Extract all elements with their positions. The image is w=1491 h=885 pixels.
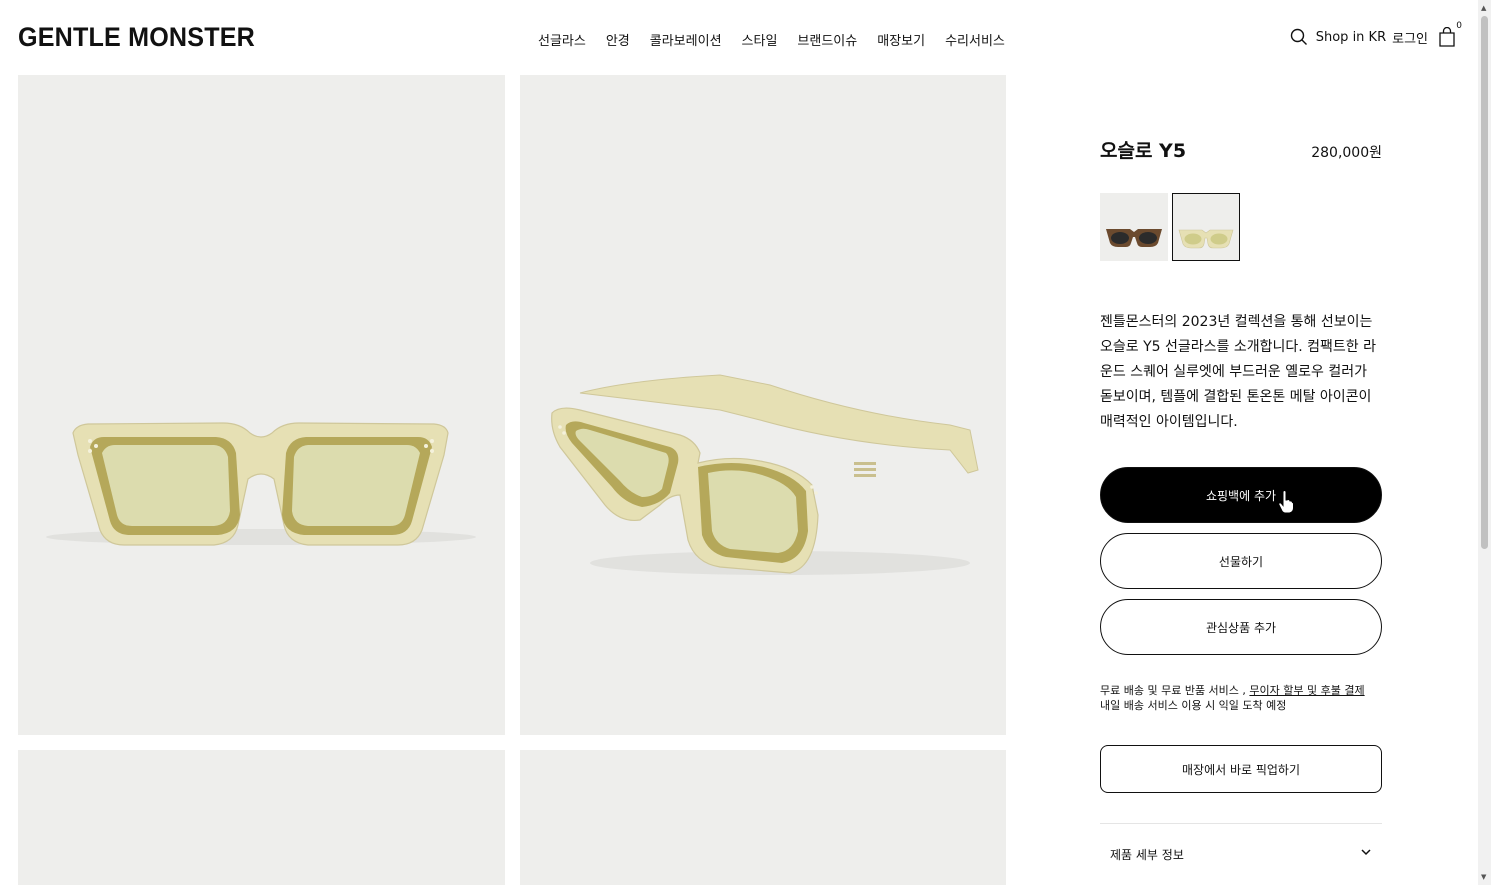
- product-details-toggle[interactable]: 제품 세부 정보: [1110, 846, 1184, 863]
- sunglasses-angle-illustration: [551, 374, 979, 575]
- chevron-down-icon[interactable]: [1360, 846, 1372, 858]
- color-swatch-black-tortoise[interactable]: [1100, 193, 1168, 261]
- shipping-free-text: 무료 배송 및 무료 반품 서비스 ,: [1100, 684, 1250, 697]
- search-icon[interactable]: [1290, 28, 1308, 46]
- sunglasses-black-thumbnail: [1106, 229, 1162, 247]
- hand-pointer-cursor-icon: [1278, 490, 1294, 514]
- main-nav: 선글라스 안경 콜라보레이션 스타일 브랜드이슈 매장보기 수리서비스: [538, 30, 1005, 49]
- shipping-info: 무료 배송 및 무료 반품 서비스 , 무이자 할부 및 후불 결제 내일 배송…: [1100, 683, 1365, 713]
- section-divider: [1100, 823, 1382, 824]
- nav-item-style[interactable]: 스타일: [742, 30, 778, 49]
- add-to-wishlist-button[interactable]: 관심상품 추가: [1100, 599, 1382, 655]
- scroll-up-arrow-icon[interactable]: ▲: [1481, 4, 1486, 12]
- login-link[interactable]: 로그인: [1392, 28, 1428, 47]
- scrollbar-thumb[interactable]: [1481, 16, 1488, 549]
- product-image-angle[interactable]: [520, 75, 1006, 735]
- gift-button[interactable]: 선물하기: [1100, 533, 1382, 589]
- product-image-front[interactable]: [18, 75, 505, 735]
- product-image-3[interactable]: [18, 750, 505, 885]
- sunglasses-front-illustration: [46, 422, 476, 546]
- nav-item-sunglasses[interactable]: 선글라스: [538, 30, 586, 49]
- header-utilities: Shop in KR 로그인 0: [1290, 21, 1462, 47]
- vertical-scrollbar[interactable]: ▲ ▼: [1478, 0, 1491, 885]
- next-day-delivery-text: 내일 배송 서비스 이용 시 익일 도착 예정: [1100, 699, 1287, 712]
- product-description: 젠틀몬스터의 2023년 컬렉션을 통해 선보이는 오슬로 Y5 선글라스를 소…: [1100, 314, 1376, 430]
- shopping-bag-icon: [1439, 26, 1455, 47]
- installment-payment-link[interactable]: 무이자 할부 및 후불 결제: [1249, 684, 1364, 697]
- shopping-bag-button[interactable]: 0: [1438, 21, 1462, 47]
- nav-item-stores[interactable]: 매장보기: [877, 30, 925, 49]
- nav-item-brand-issue[interactable]: 브랜드이슈: [797, 30, 857, 49]
- nav-item-collaboration[interactable]: 콜라보레이션: [650, 30, 722, 49]
- shop-region-link[interactable]: Shop in KR: [1316, 30, 1386, 45]
- product-price: 280,000원: [1311, 145, 1382, 161]
- nav-item-repair[interactable]: 수리서비스: [945, 30, 1005, 49]
- brand-logo[interactable]: GENTLE MONSTER: [18, 22, 255, 53]
- product-image-4[interactable]: [520, 750, 1006, 885]
- scroll-down-arrow-icon[interactable]: ▼: [1481, 873, 1486, 881]
- store-pickup-button[interactable]: 매장에서 바로 픽업하기: [1100, 745, 1382, 793]
- color-swatch-yellow[interactable]: [1172, 193, 1240, 261]
- cart-count: 0: [1456, 21, 1462, 31]
- product-name: 오슬로 Y5: [1100, 140, 1187, 162]
- site-header: GENTLE MONSTER 선글라스 안경 콜라보레이션 스타일 브랜드이슈 …: [0, 0, 1478, 75]
- nav-item-glasses[interactable]: 안경: [606, 30, 630, 49]
- sunglasses-yellow-thumbnail: [1178, 229, 1234, 249]
- add-to-bag-button[interactable]: 쇼핑백에 추가: [1100, 467, 1382, 523]
